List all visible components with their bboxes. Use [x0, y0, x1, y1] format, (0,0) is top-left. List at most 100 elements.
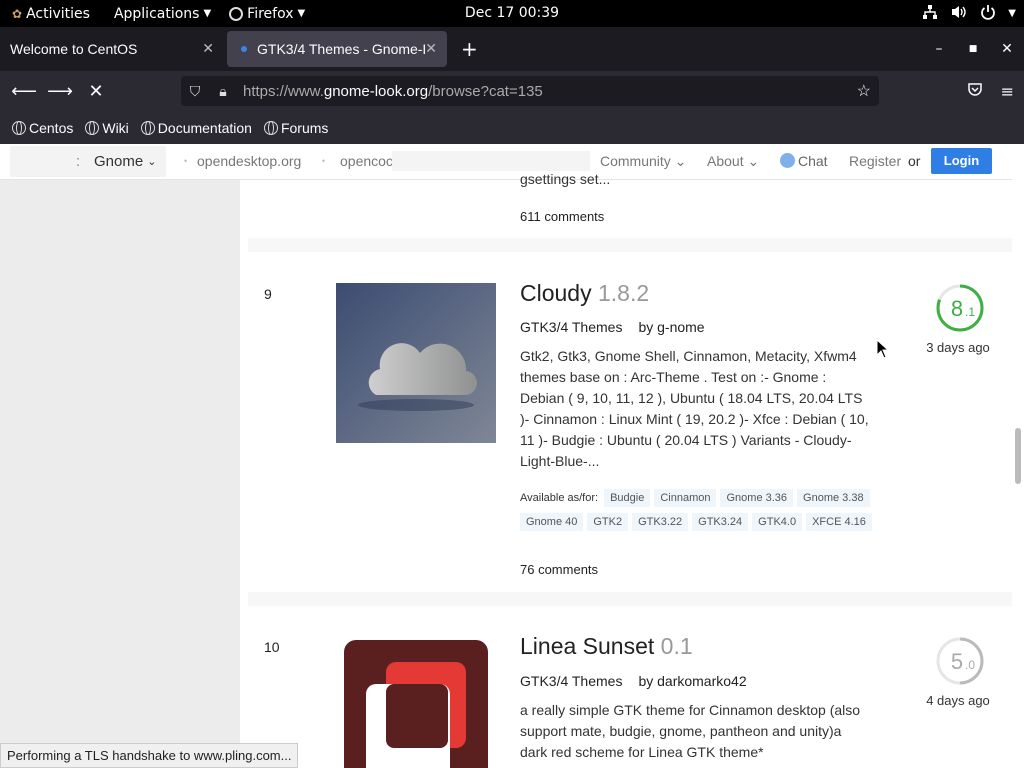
bookmark-label: Forums [280, 119, 329, 136]
bookmark-documentation[interactable]: Documentation [140, 120, 252, 136]
window-controls: – ■ ✕ [922, 27, 1024, 71]
system-status-area[interactable]: ▼ [922, 0, 1016, 27]
firefox-menu[interactable]: Firefox ▼ [220, 0, 314, 27]
score-value: 8 [951, 296, 963, 321]
tag[interactable]: Cinnamon [654, 489, 717, 507]
bookmark-forums[interactable]: Forums [263, 119, 329, 136]
item-age: 4 days ago [926, 693, 990, 708]
item-category[interactable]: GTK3/4 Themes [520, 673, 622, 689]
mouse-cursor-icon [876, 339, 890, 359]
url-prefix: https://www. [243, 82, 324, 100]
login-button[interactable]: Login [931, 148, 992, 174]
minimize-icon[interactable]: – [922, 41, 956, 57]
chevron-down-icon: ⌄ [147, 156, 157, 168]
site-navigation: : Gnome ⌄ • opendesktop.org • opencoc Co… [0, 144, 1012, 180]
separator: : [76, 153, 81, 170]
tab-gtk-themes[interactable]: GTK3/4 Themes - Gnome-Look.org ✕ [227, 31, 447, 67]
rank-number: 10 [264, 639, 280, 655]
tag[interactable]: GTK4.0 [752, 513, 803, 531]
bookmark-star-icon[interactable]: ☆ [857, 81, 871, 101]
globe-icon [85, 120, 100, 135]
bookmark-centos[interactable]: Centos [12, 120, 73, 136]
item-comments[interactable]: 76 comments [520, 562, 598, 577]
bookmark-wiki[interactable]: Wiki [85, 120, 129, 136]
chevron-down-icon: ▼ [297, 8, 306, 19]
register-link[interactable]: Register [849, 153, 901, 169]
chevron-down-icon: ▼ [1008, 8, 1016, 19]
category-dropdown[interactable]: : Gnome ⌄ [10, 146, 166, 177]
tag[interactable]: GTK3.24 [692, 513, 749, 531]
score-circle: 8 .1 [935, 283, 985, 333]
new-tab-button[interactable]: + [461, 37, 478, 61]
about-label: About [707, 153, 744, 169]
link-opendesktop[interactable]: opendesktop.org [197, 153, 301, 169]
menu-icon[interactable]: ≡ [1001, 82, 1014, 101]
close-tab-icon[interactable]: ✕ [202, 40, 214, 57]
applications-menu[interactable]: Applications ▼ [105, 0, 220, 27]
stop-loading-button[interactable]: ✕ [78, 81, 114, 102]
forward-button[interactable]: ⟶ [42, 81, 78, 102]
page-scrollbar[interactable] [1012, 144, 1024, 768]
item-name: Cloudy [520, 280, 592, 306]
item-author[interactable]: by g-nome [638, 319, 704, 335]
bookmark-label: Centos [29, 119, 74, 136]
tag[interactable]: Budgie [604, 489, 651, 507]
score-decimal: .0 [965, 658, 975, 672]
url-bar[interactable]: ⛉ 🔒︎ https://www.gnome-look.org/browse?c… [181, 76, 879, 106]
back-button[interactable]: ⟵ [6, 81, 42, 102]
lock-icon[interactable]: 🔒︎ [209, 83, 237, 100]
activities-label: Activities [26, 5, 90, 22]
tag[interactable]: Gnome 40 [520, 513, 584, 531]
pocket-icon[interactable] [967, 81, 983, 101]
available-label: Available as/for: [520, 492, 599, 504]
item-title[interactable]: Cloudy 1.8.2 [520, 280, 649, 307]
cloudy-thumbnail[interactable] [336, 283, 496, 443]
url-path: /browse?cat=135 [428, 82, 543, 100]
search-placeholder[interactable] [392, 151, 590, 171]
tag[interactable]: GTK3.22 [632, 513, 689, 531]
bullet: • [322, 156, 326, 166]
status-bar: Performing a TLS handshake to www.pling.… [0, 743, 299, 768]
firefox-label: Firefox [247, 5, 294, 22]
category-label: Gnome [94, 153, 144, 170]
item-separator [248, 592, 1012, 606]
tag[interactable]: XFCE 4.16 [806, 513, 872, 531]
activities-button[interactable]: ✿ Activities [0, 0, 99, 27]
chevron-down-icon: ▼ [203, 8, 212, 19]
loading-dot-icon [241, 46, 247, 52]
globe-icon [140, 120, 155, 135]
close-tab-icon[interactable]: ✕ [425, 40, 437, 57]
maximize-icon[interactable]: ■ [956, 44, 990, 54]
url-text: https://www.gnome-look.org/browse?cat=13… [243, 83, 543, 100]
bookmarks-toolbar: Centos Wiki Documentation Forums [0, 111, 1024, 144]
tag[interactable]: Gnome 3.36 [720, 489, 794, 507]
tag[interactable]: GTK2 [587, 513, 629, 531]
tab-title: GTK3/4 Themes - Gnome-Look.org [257, 41, 425, 57]
tab-welcome-centos[interactable]: Welcome to CentOS ✕ [0, 27, 224, 71]
item-category[interactable]: GTK3/4 Themes [520, 319, 622, 335]
volume-icon [950, 4, 968, 24]
about-menu[interactable]: About ⌄ [707, 153, 759, 170]
item-tags: Available as/for: Budgie Cinnamon Gnome 3.3… [520, 489, 880, 537]
item-author[interactable]: by darkomarko42 [638, 673, 746, 689]
item-title[interactable]: Linea Sunset 0.1 [520, 633, 693, 660]
item-description: a really simple GTK theme for Cinnamon d… [520, 702, 861, 760]
link-opencode[interactable]: opencoc [340, 153, 393, 169]
score-value: 5 [951, 649, 963, 674]
chat-link[interactable]: Chat [780, 153, 828, 169]
score-circle: 5 .0 [935, 636, 985, 686]
community-menu[interactable]: Community ⌄ [600, 153, 686, 170]
previous-item-comments[interactable]: 611 comments [520, 209, 604, 224]
linea-sunset-thumbnail[interactable] [336, 636, 496, 768]
url-domain: gnome-look.org [323, 82, 429, 100]
shield-icon[interactable]: ⛉ [181, 83, 209, 100]
item-name: Linea Sunset [520, 633, 655, 659]
item-version: 1.8.2 [598, 280, 650, 306]
previous-item-description: gsettings set... [520, 171, 611, 187]
scrollbar-thumb[interactable] [1015, 428, 1021, 484]
rank-number: 9 [264, 286, 272, 302]
chat-label: Chat [798, 153, 828, 169]
close-window-icon[interactable]: ✕ [990, 41, 1024, 57]
gnome-foot-icon: ✿ [12, 6, 23, 21]
tag[interactable]: Gnome 3.38 [797, 489, 870, 507]
